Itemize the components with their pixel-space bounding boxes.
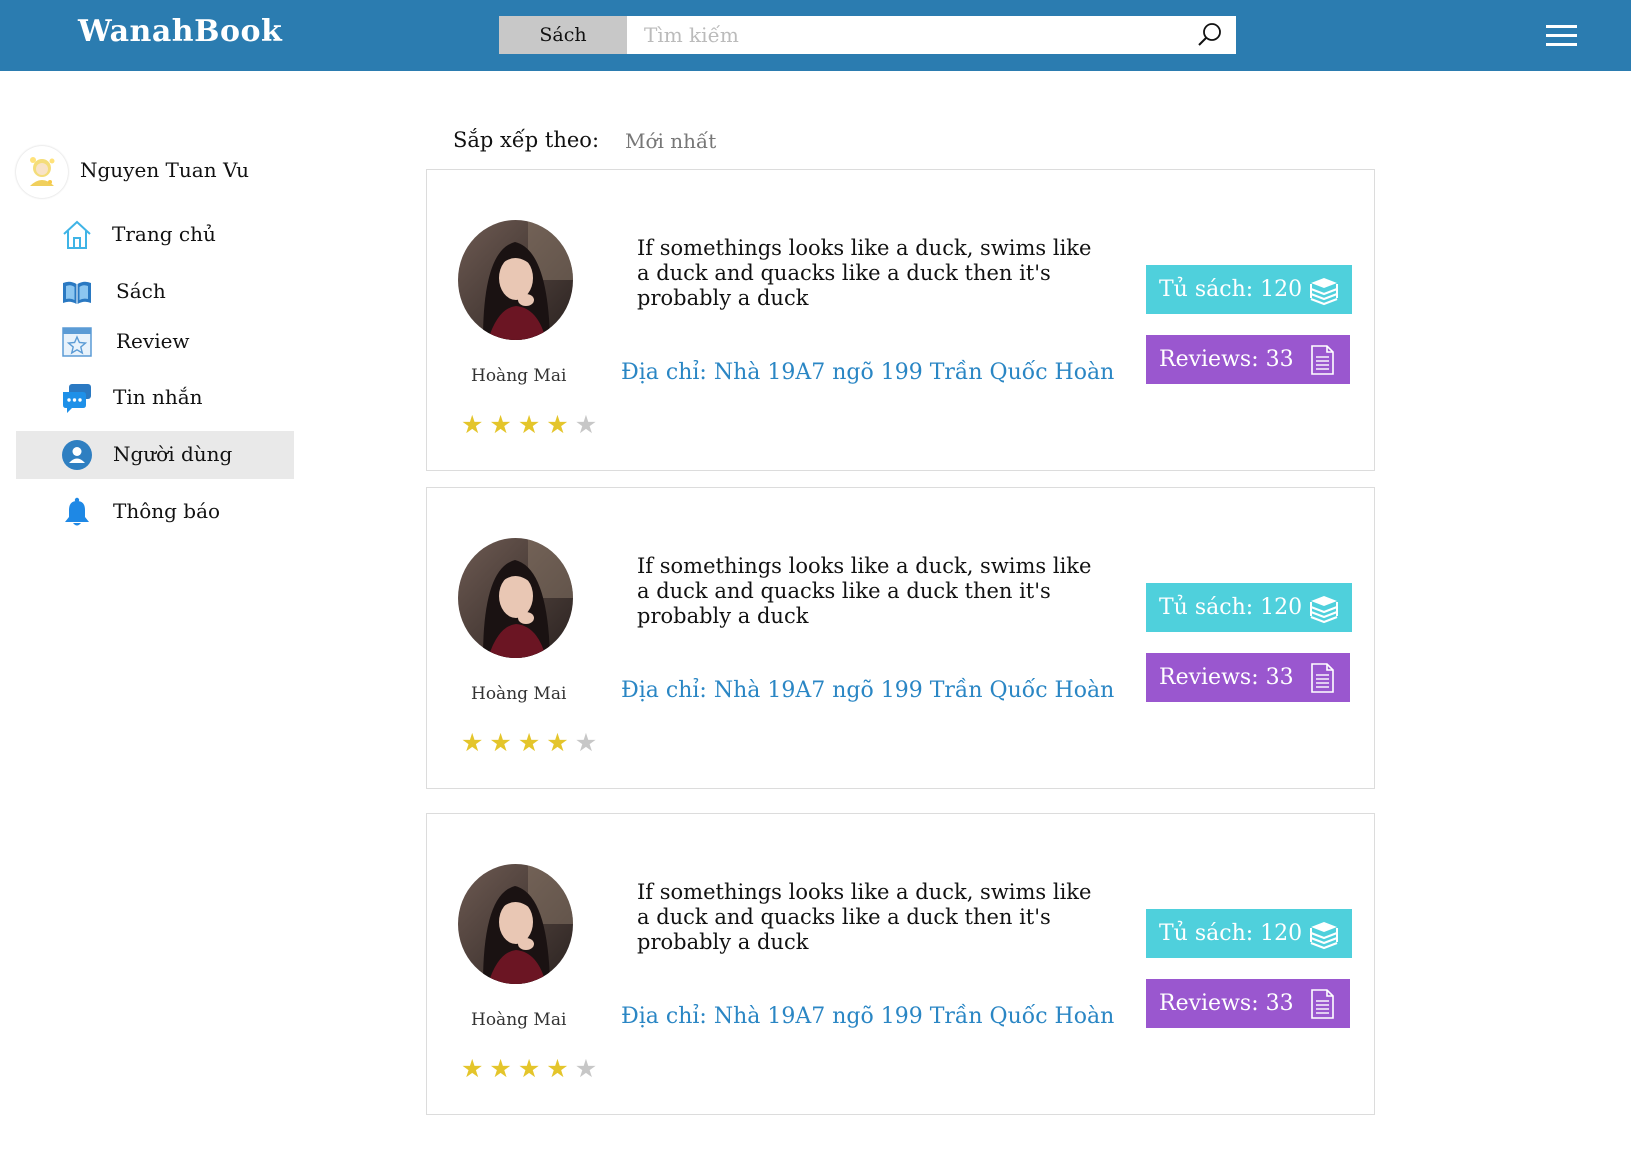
sidebar-item-books[interactable]: Sách (16, 268, 294, 316)
top-navbar: WanahBook Sách (0, 0, 1631, 71)
sidebar-item-messages[interactable]: Tin nhắn (16, 374, 294, 422)
bookshelf-button[interactable]: Tủ sách: 120 (1146, 909, 1352, 958)
profile-name: Nguyen Tuan Vu (80, 158, 249, 182)
rating-stars: ★★★★★ (461, 728, 603, 757)
books-stack-icon (1310, 596, 1338, 624)
user-name[interactable]: Hoàng Mai (471, 366, 566, 386)
user-icon (62, 440, 92, 470)
user-quote: If somethings looks like a duck, swims l… (637, 880, 1092, 954)
document-icon (1311, 345, 1334, 375)
document-icon (1311, 989, 1334, 1019)
search-input[interactable] (627, 16, 1187, 54)
sidebar-item-users[interactable]: Người dùng (16, 431, 294, 479)
star-filled-icon: ★ (489, 728, 518, 757)
user-name[interactable]: Hoàng Mai (471, 684, 566, 704)
rating-stars: ★★★★★ (461, 410, 603, 439)
star-filled-icon: ★ (546, 728, 575, 757)
user-address: Địa chỉ: Nhà 19A7 ngõ 199 Trần Quốc Hoàn (621, 360, 1115, 385)
search-icon[interactable] (1196, 21, 1224, 49)
search-bar: Sách (499, 16, 1236, 54)
home-icon (63, 220, 91, 249)
star-filled-icon: ★ (517, 410, 547, 439)
reviews-count: Reviews: 33 (1159, 991, 1294, 1016)
sidebar-item-label: Review (116, 329, 190, 353)
reviews-count: Reviews: 33 (1159, 347, 1294, 372)
review-star-icon (62, 327, 92, 357)
user-address: Địa chỉ: Nhà 19A7 ngõ 199 Trần Quốc Hoàn (621, 1004, 1115, 1029)
star-empty-icon: ★ (574, 410, 604, 439)
user-card: Hoàng Mai ★★★★★ If somethings looks like… (426, 169, 1375, 471)
bookshelf-count: Tủ sách: 120 (1159, 595, 1303, 620)
user-avatar[interactable] (458, 864, 573, 984)
bookshelf-count: Tủ sách: 120 (1159, 277, 1303, 302)
star-filled-icon: ★ (546, 1054, 575, 1083)
reviews-button[interactable]: Reviews: 33 (1146, 335, 1350, 384)
search-category-select[interactable]: Sách (499, 16, 627, 54)
sort-dropdown[interactable]: Mới nhất (625, 129, 716, 153)
books-stack-icon (1310, 278, 1338, 306)
reviews-button[interactable]: Reviews: 33 (1146, 653, 1350, 702)
user-address: Địa chỉ: Nhà 19A7 ngõ 199 Trần Quốc Hoàn (621, 678, 1115, 703)
sidebar-item-review[interactable]: Review (16, 318, 294, 366)
chat-icon (63, 384, 91, 413)
sidebar-item-label: Người dùng (113, 442, 233, 466)
bookshelf-button[interactable]: Tủ sách: 120 (1146, 583, 1352, 632)
user-card: Hoàng Mai ★★★★★ If somethings looks like… (426, 487, 1375, 789)
star-empty-icon: ★ (574, 1054, 604, 1083)
star-filled-icon: ★ (489, 410, 518, 439)
sidebar-item-notifications[interactable]: Thông báo (16, 488, 294, 536)
sidebar-item-label: Tin nhắn (113, 385, 203, 409)
app-logo[interactable]: WanahBook (78, 14, 282, 49)
star-filled-icon: ★ (461, 1054, 490, 1083)
reviews-count: Reviews: 33 (1159, 665, 1294, 690)
reviews-button[interactable]: Reviews: 33 (1146, 979, 1350, 1028)
star-filled-icon: ★ (517, 1054, 547, 1083)
rating-stars: ★★★★★ (461, 1054, 603, 1083)
document-icon (1311, 663, 1334, 693)
sidebar-item-label: Thông báo (113, 499, 221, 523)
user-avatar[interactable] (458, 538, 573, 658)
star-filled-icon: ★ (489, 1054, 518, 1083)
star-filled-icon: ★ (461, 410, 490, 439)
sidebar-item-label: Trang chủ (112, 222, 216, 246)
star-filled-icon: ★ (517, 728, 547, 757)
star-empty-icon: ★ (574, 728, 604, 757)
user-name[interactable]: Hoàng Mai (471, 1010, 566, 1030)
star-filled-icon: ★ (461, 728, 490, 757)
avatar[interactable] (16, 146, 68, 198)
bell-icon (65, 497, 89, 526)
user-quote: If somethings looks like a duck, swims l… (637, 236, 1092, 310)
hamburger-menu-icon[interactable] (1546, 25, 1577, 47)
star-filled-icon: ★ (546, 410, 575, 439)
books-stack-icon (1310, 922, 1338, 950)
user-avatar[interactable] (458, 220, 573, 340)
sidebar-item-home[interactable]: Trang chủ (16, 211, 294, 259)
bookshelf-count: Tủ sách: 120 (1159, 921, 1303, 946)
sidebar-item-label: Sách (116, 279, 166, 303)
sort-label: Sắp xếp theo: (453, 128, 600, 152)
book-icon (63, 281, 91, 304)
user-card: Hoàng Mai ★★★★★ If somethings looks like… (426, 813, 1375, 1115)
user-quote: If somethings looks like a duck, swims l… (637, 554, 1092, 628)
bookshelf-button[interactable]: Tủ sách: 120 (1146, 265, 1352, 314)
